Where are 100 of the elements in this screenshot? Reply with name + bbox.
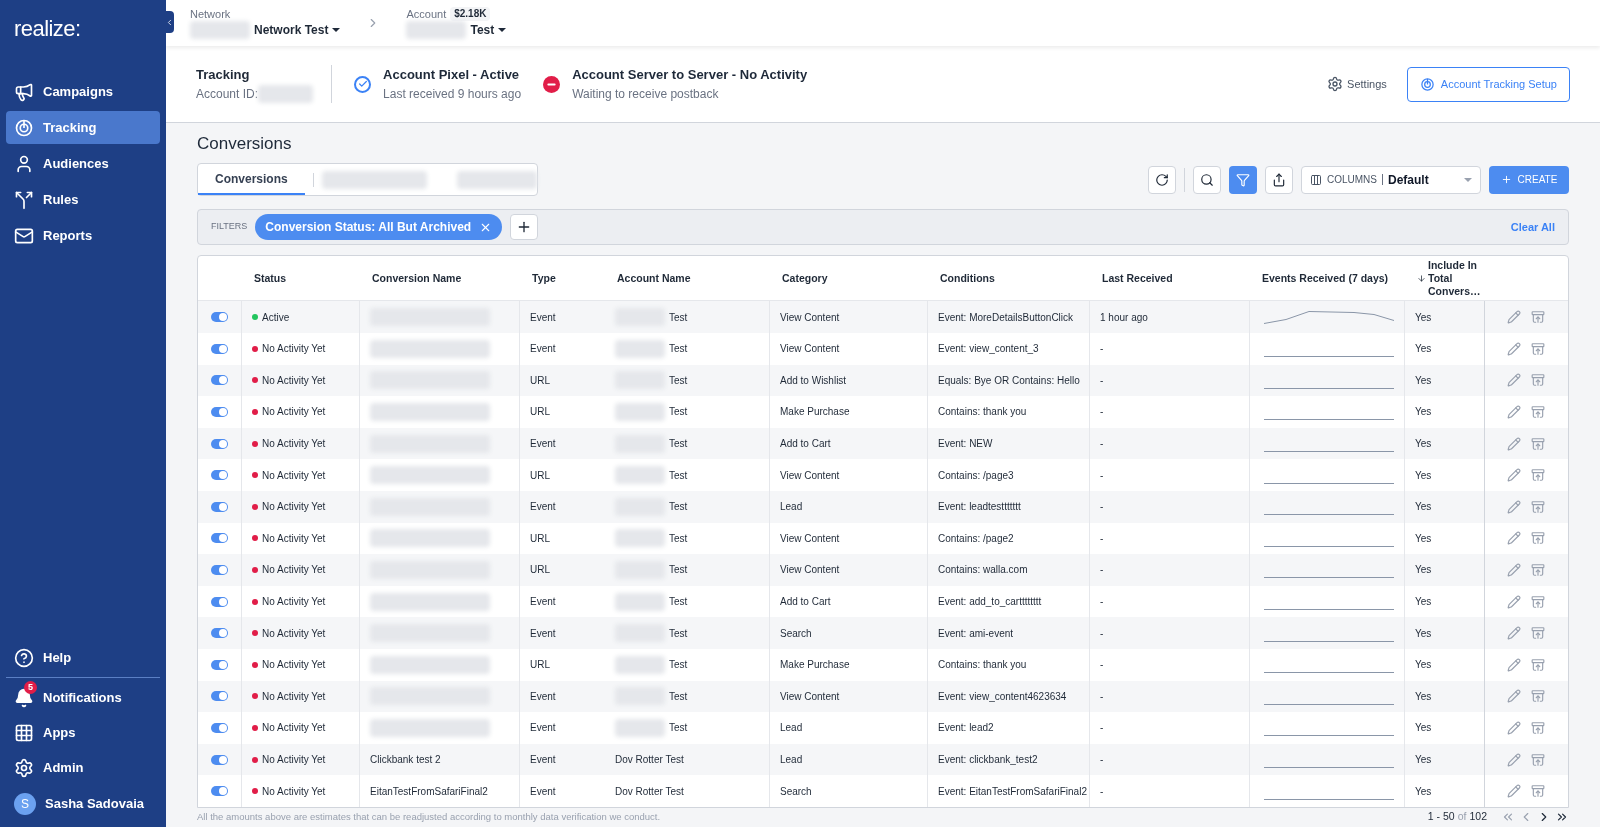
table-cell: Contains: thank you [938, 405, 1027, 419]
table-cell-text: Yes [1415, 437, 1432, 452]
table-cell-text: Test [668, 468, 688, 483]
table-cell-text: Add to Cart [780, 437, 831, 452]
table-cell-text: Yes [1415, 595, 1432, 610]
account-dropdown[interactable]: Test [406, 21, 507, 39]
table-cell-text: Lead [780, 721, 803, 736]
columns-dropdown[interactable]: COLUMNS Default [1301, 165, 1481, 194]
table-cell-text: - [1100, 373, 1104, 388]
table-cell: Event: EitanTestFromSafariFinal2 [938, 784, 1087, 798]
settings-button[interactable]: Settings [1327, 75, 1387, 93]
column-header[interactable]: Category [770, 270, 928, 287]
table-cell-text: View Content [780, 468, 840, 483]
table-cell-text: View Content [780, 689, 840, 704]
nav-item[interactable]: Apps [0, 715, 166, 750]
table-cell-text: Test [668, 721, 688, 736]
nav-item[interactable]: Audiences [6, 147, 160, 180]
table-cell: Contains: thank you [938, 658, 1027, 672]
table-cell: Event: NEW [938, 437, 993, 451]
table-cell-text: - [1100, 563, 1104, 578]
table-cell-text: Yes [1415, 500, 1432, 515]
table-cell-text: View Content [780, 310, 840, 325]
status-text: No Activity Yet [262, 500, 326, 515]
table-cell-text: View Content [780, 563, 840, 578]
table-cell-text: Yes [1415, 531, 1432, 546]
status-text: No Activity Yet [262, 626, 326, 641]
table-cell-text: Test [668, 689, 688, 704]
table-cell-text: Event [529, 500, 557, 515]
page-total: 102 [1469, 809, 1487, 825]
table-cell-text: URL [529, 373, 551, 388]
table-cell-text: Test [668, 310, 688, 325]
table-cell-text: - [1100, 689, 1104, 704]
column-header[interactable]: Status [242, 270, 360, 287]
table-cell-text: Yes [1415, 721, 1432, 736]
tracking-title: Tracking [196, 66, 251, 85]
column-header[interactable]: Events Received (7 days) [1250, 270, 1405, 287]
column-header[interactable]: Last Received [1090, 270, 1250, 287]
nav-item[interactable]: Campaigns [6, 75, 160, 108]
table-cell-text: Search [780, 626, 812, 641]
page-of: of [1457, 809, 1467, 825]
table-cell-text: URL [529, 531, 551, 546]
nav-item[interactable]: Help [0, 640, 166, 675]
column-header[interactable]: Include In Total Convers… [1405, 258, 1485, 298]
table-cell-text: Event [529, 626, 557, 641]
table-cell-text: - [1100, 342, 1104, 357]
column-header[interactable]: Conditions [928, 270, 1090, 287]
table-cell-text: Yes [1415, 563, 1432, 578]
table-cell-text: - [1100, 531, 1104, 546]
table-cell-text: - [1100, 468, 1104, 483]
table-cell-text: Make Purchase [780, 405, 850, 420]
column-header[interactable]: Type [520, 270, 605, 287]
table-cell-text: Event [529, 437, 557, 452]
notification-badge: 5 [24, 681, 37, 694]
table-cell-text: Yes [1415, 784, 1432, 799]
account-label: Account [406, 7, 447, 21]
table-cell-text: Test [668, 626, 688, 641]
nav-item[interactable]: Admin [0, 750, 166, 785]
status-title: Account Pixel - Active [383, 66, 521, 85]
tab[interactable]: Conversions [198, 164, 305, 195]
tracking-setup-button[interactable]: Account Tracking Setup [1406, 66, 1570, 102]
filters-label: FILTERS [211, 220, 248, 234]
table-cell-text: Yes [1415, 342, 1432, 357]
table-cell-text: Event [529, 784, 557, 799]
nav-item[interactable]: Tracking [6, 111, 160, 144]
table-cell-text: - [1100, 626, 1104, 641]
table-cell-text: - [1100, 721, 1104, 736]
footer-note: All the amounts above are estimates that can be readjusted according to monthly data verification we conduct. [197, 809, 661, 824]
table-cell-text: Event [529, 753, 557, 767]
nav-item[interactable]: Rules [6, 183, 160, 216]
table-cell-text: - [1100, 753, 1104, 767]
network-dropdown[interactable]: Network Test [190, 21, 341, 39]
nav-item[interactable]: Reports [6, 219, 160, 252]
status-subtitle: Last received 9 hours ago [383, 85, 522, 103]
logo: realize: [13, 15, 82, 43]
table-cell-text: View Content [780, 342, 840, 357]
table-cell-text: 1 hour ago [1100, 310, 1148, 325]
table-cell-text: Event [529, 310, 557, 325]
table-cell-text: URL [529, 468, 551, 483]
status-title: Account Server to Server - No Activity [572, 66, 808, 85]
column-header[interactable]: Account Name [605, 270, 770, 287]
table-cell-text: URL [529, 658, 551, 673]
table-cell-text: Search [780, 784, 812, 799]
status-text: No Activity Yet [262, 405, 326, 420]
table-cell-text: Dov Rotter Test [615, 784, 684, 799]
table-cell: Event: view_content4623634 [938, 689, 1067, 703]
column-header[interactable]: Conversion Name [360, 270, 520, 287]
table-cell-text: - [1100, 405, 1104, 420]
table-cell-text: Test [668, 563, 688, 578]
table-cell-text: Event [529, 342, 557, 357]
table-cell-text: Yes [1415, 626, 1432, 641]
table-cell-text: Yes [1415, 405, 1432, 420]
status-text: No Activity Yet [262, 658, 326, 673]
table-cell-text: Yes [1415, 373, 1432, 388]
table-cell-text: - [1100, 658, 1104, 673]
table-cell-text: Test [668, 500, 688, 515]
table-cell-text: Yes [1415, 753, 1432, 767]
nav-item[interactable]: Notifications 5 [0, 680, 166, 715]
table-cell-text: Yes [1415, 658, 1432, 673]
page-title: Conversions [197, 133, 293, 155]
table-cell-text: Lead [780, 500, 803, 515]
